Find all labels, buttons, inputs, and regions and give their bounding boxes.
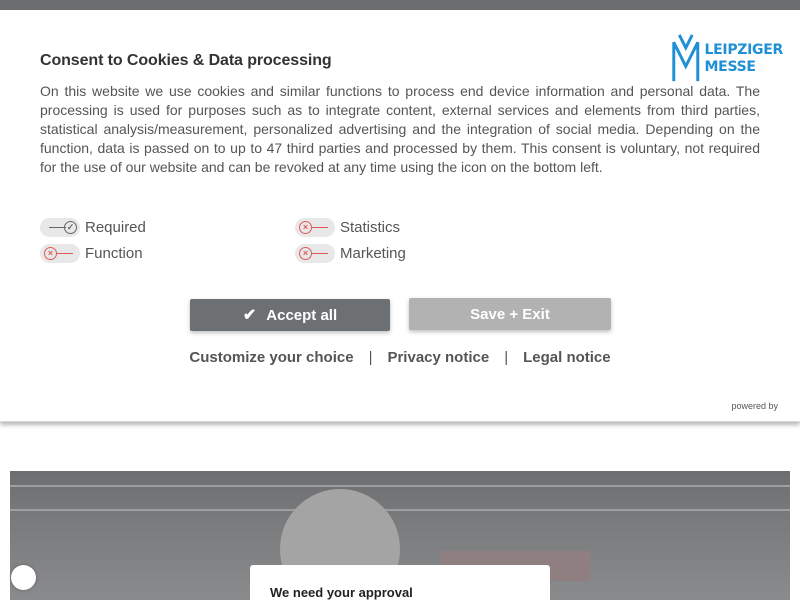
page-overlay-strip — [0, 0, 800, 10]
logo-line-2: MESSE — [704, 59, 756, 75]
toggle-statistics[interactable]: × Statistics — [295, 218, 400, 237]
toggle-label-statistics: Statistics — [340, 219, 401, 236]
link-separator: | — [368, 349, 373, 366]
powered-by-label: powered by — [731, 401, 778, 411]
consent-links: Customize your choice | Privacy notice |… — [0, 349, 800, 366]
toggle-function[interactable]: × Function — [40, 244, 143, 263]
legal-notice-link[interactable]: Legal notice — [523, 349, 611, 366]
save-exit-button[interactable]: Save + Exit — [409, 298, 611, 330]
checkmark-icon: ✔ — [242, 307, 257, 324]
hero-beam — [10, 509, 790, 511]
save-exit-label: Save + Exit — [470, 305, 550, 323]
toggle-required[interactable]: ✓ Required — [40, 218, 146, 237]
consent-settings-button[interactable] — [11, 565, 36, 590]
consent-description: On this website we use cookies and simil… — [40, 83, 760, 175]
toggle-marketing[interactable]: × Marketing — [295, 244, 406, 263]
x-icon: × — [299, 221, 312, 234]
toggle-label-function: Function — [85, 245, 143, 262]
hero-beam — [10, 485, 790, 487]
leipziger-messe-logo: LEIPZIGER MESSE — [671, 31, 783, 85]
approval-title: We need your approval — [270, 585, 413, 600]
statistics-switch[interactable]: × — [295, 218, 335, 237]
required-switch[interactable]: ✓ — [40, 218, 80, 237]
check-icon: ✓ — [64, 221, 77, 234]
logo-wordmark: LEIPZIGER MESSE — [704, 42, 784, 76]
x-icon: × — [44, 247, 57, 260]
privacy-notice-link[interactable]: Privacy notice — [387, 349, 489, 366]
accept-all-button[interactable]: ✔ Accept all — [190, 299, 390, 331]
logo-line-1: LEIPZIGER — [704, 42, 784, 58]
toggle-label-required: Required — [85, 219, 146, 236]
x-icon: × — [299, 247, 312, 260]
logo-mark-icon — [672, 34, 700, 82]
cookie-consent-dialog: Consent to Cookies & Data processing LEI… — [0, 10, 800, 422]
approval-card: We need your approval — [250, 565, 550, 600]
link-separator: | — [504, 349, 509, 366]
function-switch[interactable]: × — [40, 244, 80, 263]
accept-all-label: Accept all — [266, 306, 338, 324]
toggle-label-marketing: Marketing — [340, 245, 406, 262]
customize-choice-link[interactable]: Customize your choice — [189, 349, 353, 366]
dialog-title: Consent to Cookies & Data processing — [40, 52, 332, 69]
marketing-switch[interactable]: × — [295, 244, 335, 263]
